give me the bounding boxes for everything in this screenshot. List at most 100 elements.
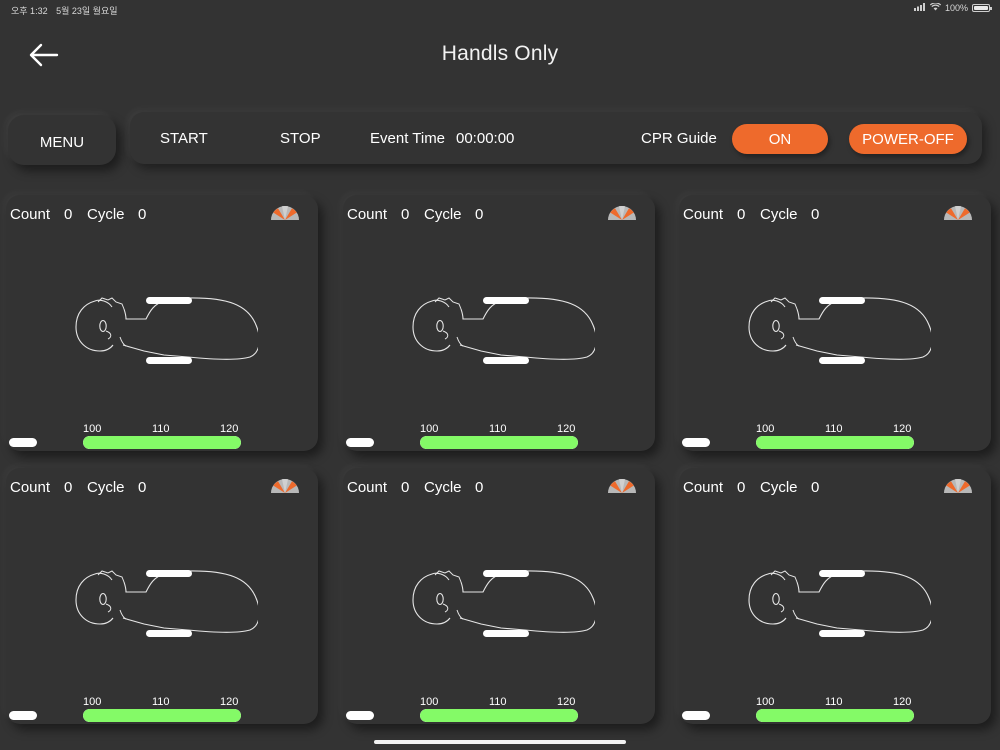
rate-scale-label: 120	[220, 423, 239, 435]
rate-bar-fill	[420, 436, 578, 449]
home-indicator[interactable]	[374, 740, 626, 744]
status-time: 오후 1:32	[11, 6, 48, 16]
cycle-label: Cycle	[760, 479, 798, 496]
cycle-label: Cycle	[760, 206, 798, 223]
compression-indicator	[346, 711, 374, 720]
cycle-value: 0	[811, 206, 820, 223]
cycle-label: Cycle	[424, 479, 462, 496]
count-label: Count	[683, 206, 724, 223]
rate-scale-label: 120	[220, 696, 239, 708]
rate-scale-label: 110	[825, 423, 843, 435]
count-value: 0	[737, 479, 746, 496]
count-value: 0	[64, 479, 73, 496]
rate-bar	[83, 709, 241, 722]
rate-scale-label: 110	[489, 696, 507, 708]
count-label: Count	[10, 206, 51, 223]
status-date: 5월 23일 월요일	[56, 6, 118, 16]
rate-scale-label: 110	[825, 696, 843, 708]
status-left: 오후 1:32 5월 23일 월요일	[11, 4, 124, 17]
manikin-body-icon	[68, 295, 260, 380]
rate-bar-fill	[420, 709, 578, 722]
count-label: Count	[683, 479, 724, 496]
manikin-card-4[interactable]: Count 0 Cycle 0 100 110 120	[6, 468, 318, 724]
rate-scale-label: 100	[83, 696, 102, 708]
compression-indicator	[682, 438, 710, 447]
cpr-guide-on-button[interactable]: ON	[732, 124, 828, 154]
start-button[interactable]: START	[160, 130, 208, 147]
battery-icon	[972, 4, 992, 12]
compression-indicator	[9, 711, 37, 720]
cycle-value: 0	[475, 479, 484, 496]
compression-indicator	[9, 438, 37, 447]
cycle-value: 0	[811, 479, 820, 496]
manikin-body-icon	[68, 568, 260, 653]
rate-bar	[420, 709, 578, 722]
rate-bar-fill	[83, 436, 241, 449]
manikin-body-icon	[405, 295, 597, 380]
menu-button[interactable]: MENU	[8, 115, 116, 165]
count-value: 0	[64, 206, 73, 223]
rate-bar-fill	[756, 436, 914, 449]
count-label: Count	[347, 479, 388, 496]
gauge-icon[interactable]	[943, 205, 973, 225]
manikin-card-6[interactable]: Count 0 Cycle 0 100 110 120	[679, 468, 991, 724]
event-time-value: 00:00:00	[456, 130, 515, 147]
stop-button[interactable]: STOP	[280, 130, 321, 147]
rate-scale-label: 110	[152, 696, 170, 708]
event-time-label: Event Time	[370, 130, 446, 147]
rate-bar-fill	[756, 709, 914, 722]
header: Handls Only	[0, 30, 1000, 80]
rate-bar	[756, 709, 914, 722]
rate-scale-label: 120	[893, 696, 912, 708]
battery-percent: 100%	[944, 3, 968, 13]
rate-scale-label: 120	[893, 423, 912, 435]
cycle-value: 0	[138, 479, 147, 496]
rate-scale-label: 110	[489, 423, 507, 435]
rate-scale-label: 120	[557, 423, 576, 435]
compression-indicator	[682, 711, 710, 720]
manikin-card-2[interactable]: Count 0 Cycle 0 100 110 120	[343, 195, 655, 451]
manikin-card-5[interactable]: Count 0 Cycle 0 100 110 120	[343, 468, 655, 724]
rate-scale-label: 100	[420, 696, 439, 708]
rate-scale-label: 100	[756, 696, 775, 708]
count-value: 0	[401, 206, 410, 223]
rate-scale-label: 100	[420, 423, 439, 435]
manikin-card-1[interactable]: Count 0 Cycle 0 100 110 120	[6, 195, 318, 451]
manikin-body-icon	[741, 568, 933, 653]
cpr-guide-label: CPR Guide	[641, 130, 717, 147]
count-value: 0	[737, 206, 746, 223]
status-right: 100%	[913, 2, 992, 13]
manikin-card-3[interactable]: Count 0 Cycle 0 100 110 120	[679, 195, 991, 451]
gauge-icon[interactable]	[607, 478, 637, 498]
count-value: 0	[401, 479, 410, 496]
compression-indicator	[346, 438, 374, 447]
battery-level	[974, 6, 988, 10]
power-off-button[interactable]: POWER-OFF	[849, 124, 967, 154]
manikin-body-icon	[405, 568, 597, 653]
page-title: Handls Only	[441, 42, 559, 65]
status-bar: 오후 1:32 5월 23일 월요일 100%	[0, 0, 1000, 18]
rate-bar	[83, 436, 241, 449]
count-label: Count	[347, 206, 388, 223]
rate-scale-label: 100	[83, 423, 102, 435]
cycle-value: 0	[138, 206, 147, 223]
gauge-icon[interactable]	[607, 205, 637, 225]
rate-bar	[756, 436, 914, 449]
cycle-label: Cycle	[87, 206, 125, 223]
gauge-icon[interactable]	[270, 478, 300, 498]
toolbar: START STOP Event Time 00:00:00 CPR Guide…	[130, 112, 982, 164]
cycle-label: Cycle	[87, 479, 125, 496]
rate-bar-fill	[83, 709, 241, 722]
signal-icon	[913, 3, 926, 13]
cycle-label: Cycle	[424, 206, 462, 223]
wifi-icon	[929, 2, 942, 13]
gauge-icon[interactable]	[943, 478, 973, 498]
rate-bar	[420, 436, 578, 449]
rate-scale-label: 100	[756, 423, 775, 435]
cycle-value: 0	[475, 206, 484, 223]
manikin-body-icon	[741, 295, 933, 380]
gauge-icon[interactable]	[270, 205, 300, 225]
rate-scale-label: 120	[557, 696, 576, 708]
rate-scale-label: 110	[152, 423, 170, 435]
count-label: Count	[10, 479, 51, 496]
